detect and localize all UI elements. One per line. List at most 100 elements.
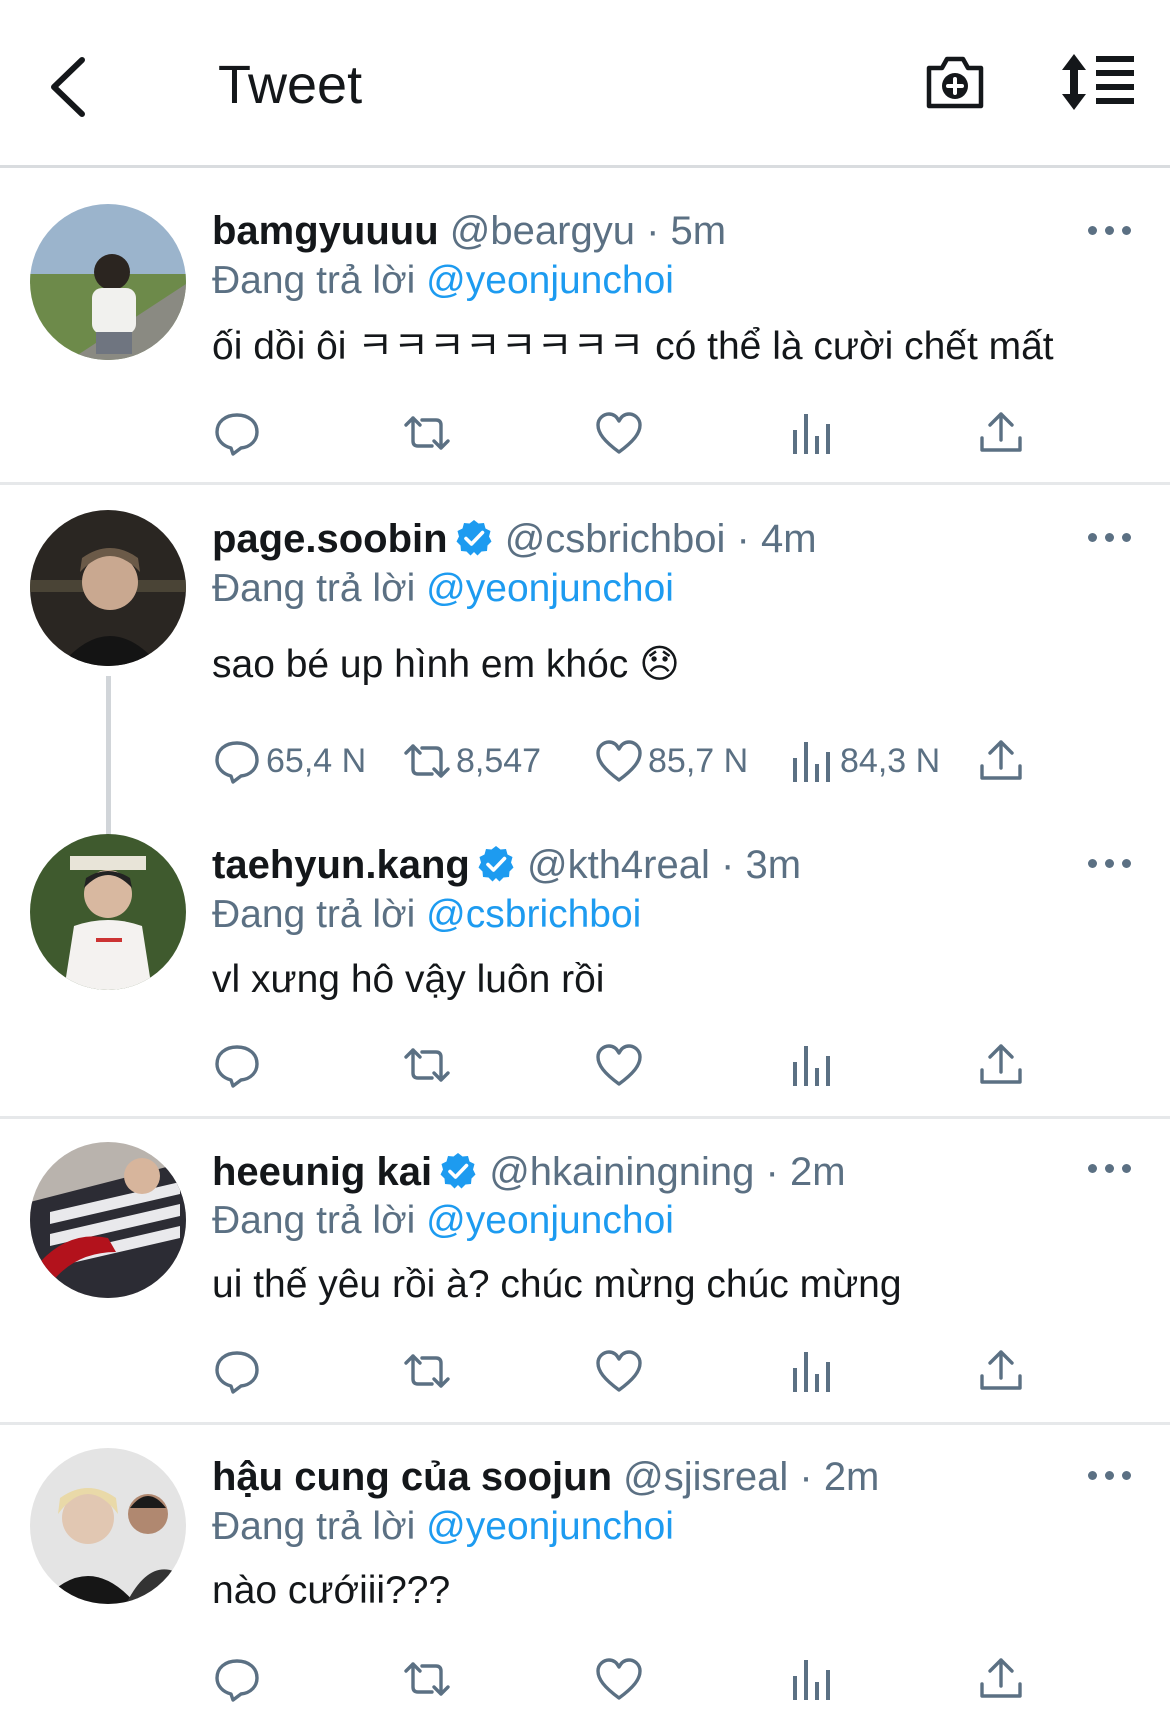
tweet-actions [0, 1344, 1170, 1404]
like-button[interactable] [594, 1038, 648, 1092]
retweet-icon [402, 408, 452, 458]
display-name[interactable]: taehyun.kang [212, 843, 470, 887]
tweet-actions [0, 406, 1170, 466]
avatar[interactable] [30, 834, 186, 990]
sort-icon[interactable] [1060, 52, 1138, 112]
like-count: 85,7 N [648, 741, 749, 780]
reply-mention[interactable]: @csbrichboi [426, 893, 641, 936]
separator-dot: · [721, 843, 735, 887]
like-icon [594, 408, 644, 458]
views-icon [786, 408, 836, 458]
separator-dot: · [736, 517, 750, 561]
reply-button[interactable]: 65,4 N [212, 734, 366, 788]
display-name[interactable]: hậu cung của soojun [212, 1455, 612, 1499]
timestamp[interactable]: 2m [790, 1150, 846, 1194]
avatar[interactable] [30, 1142, 186, 1298]
share-icon [976, 1654, 1026, 1704]
retweet-count: 8,547 [456, 741, 542, 780]
reply-button[interactable] [212, 406, 266, 460]
separator-dot: · [765, 1150, 779, 1194]
tweet-header: bamgyuuuu @beargyu · 5m [212, 208, 726, 254]
reply-prefix: Đang trả lời [212, 567, 416, 610]
more-icon[interactable] [1088, 1161, 1132, 1175]
user-handle[interactable]: @sjisreal [623, 1455, 788, 1499]
like-icon [594, 1654, 644, 1704]
more-icon[interactable] [1088, 856, 1132, 870]
reply-icon [212, 1346, 262, 1396]
reply-icon [212, 736, 262, 786]
display-name[interactable]: bamgyuuuu [212, 209, 439, 253]
views-button[interactable]: 84,3 N [786, 734, 940, 788]
views-button[interactable] [786, 1652, 840, 1706]
timestamp[interactable]: 2m [824, 1455, 880, 1499]
tweet-actions [0, 1038, 1170, 1098]
timestamp[interactable]: 3m [745, 843, 801, 887]
views-button[interactable] [786, 406, 840, 460]
share-button[interactable] [976, 734, 1026, 788]
reply-count: 65,4 N [266, 741, 367, 780]
tweet-text: ối dồi ôi ㅋㅋㅋㅋㅋㅋㅋㅋ có thể là cười chết m… [212, 325, 1054, 368]
share-icon [976, 408, 1026, 458]
views-button[interactable] [786, 1344, 840, 1398]
user-handle[interactable]: @csbrichboi [505, 517, 726, 561]
share-button[interactable] [976, 1652, 1026, 1706]
reply-button[interactable] [212, 1344, 266, 1398]
like-icon [594, 1040, 644, 1090]
share-button[interactable] [976, 1344, 1026, 1398]
tweet-header: page.soobin @csbrichboi · 4m [212, 516, 817, 562]
reply-icon [212, 1654, 262, 1704]
share-button[interactable] [976, 406, 1026, 460]
retweet-button[interactable] [402, 1652, 456, 1706]
camera-plus-icon[interactable] [924, 50, 986, 114]
separator-dot: · [646, 209, 660, 253]
reply-mention[interactable]: @yeonjunchoi [426, 1199, 674, 1242]
top-bar: Tweet [0, 0, 1170, 168]
share-button[interactable] [976, 1038, 1026, 1092]
like-button[interactable] [594, 1652, 648, 1706]
like-icon [594, 736, 644, 786]
reply-mention[interactable]: @yeonjunchoi [426, 567, 674, 610]
reply-context: Đang trả lời @yeonjunchoi [212, 566, 674, 612]
more-icon[interactable] [1088, 1468, 1132, 1482]
reply-context: Đang trả lời @yeonjunchoi [212, 258, 674, 304]
divider [0, 482, 1170, 485]
retweet-button[interactable]: 8,547 [402, 734, 541, 788]
more-icon[interactable] [1088, 530, 1132, 544]
display-name[interactable]: page.soobin [212, 517, 448, 561]
avatar[interactable] [30, 1448, 186, 1604]
views-icon [786, 1040, 836, 1090]
user-handle[interactable]: @kth4real [527, 843, 710, 887]
divider [0, 1116, 1170, 1119]
avatar[interactable] [30, 510, 186, 666]
like-button[interactable]: 85,7 N [594, 734, 748, 788]
user-handle[interactable]: @hkainingning [489, 1150, 754, 1194]
reply-mention[interactable]: @yeonjunchoi [426, 1505, 674, 1548]
display-name[interactable]: heeunig kai [212, 1150, 432, 1194]
reply-mention[interactable]: @yeonjunchoi [426, 259, 674, 302]
verified-badge-icon [454, 518, 494, 558]
user-handle[interactable]: @beargyu [450, 209, 635, 253]
views-count: 84,3 N [840, 741, 941, 780]
like-icon [594, 1346, 644, 1396]
back-arrow-icon[interactable] [44, 52, 94, 122]
verified-badge-icon [476, 844, 516, 884]
avatar[interactable] [30, 204, 186, 360]
retweet-button[interactable] [402, 1344, 456, 1398]
retweet-button[interactable] [402, 1038, 456, 1092]
views-button[interactable] [786, 1038, 840, 1092]
reply-button[interactable] [212, 1652, 266, 1706]
retweet-icon [402, 1040, 452, 1090]
reply-icon [212, 1040, 262, 1090]
reply-context: Đang trả lời @yeonjunchoi [212, 1504, 674, 1550]
like-button[interactable] [594, 406, 648, 460]
tweet-text: vl xưng hô vậy luôn rồi [212, 958, 605, 1001]
timestamp[interactable]: 4m [761, 517, 817, 561]
reply-button[interactable] [212, 1038, 266, 1092]
timestamp[interactable]: 5m [671, 209, 727, 253]
retweet-icon [402, 736, 452, 786]
more-icon[interactable] [1088, 223, 1132, 237]
reply-prefix: Đang trả lời [212, 1199, 416, 1242]
retweet-button[interactable] [402, 406, 456, 460]
like-button[interactable] [594, 1344, 648, 1398]
separator-dot: · [799, 1455, 813, 1499]
